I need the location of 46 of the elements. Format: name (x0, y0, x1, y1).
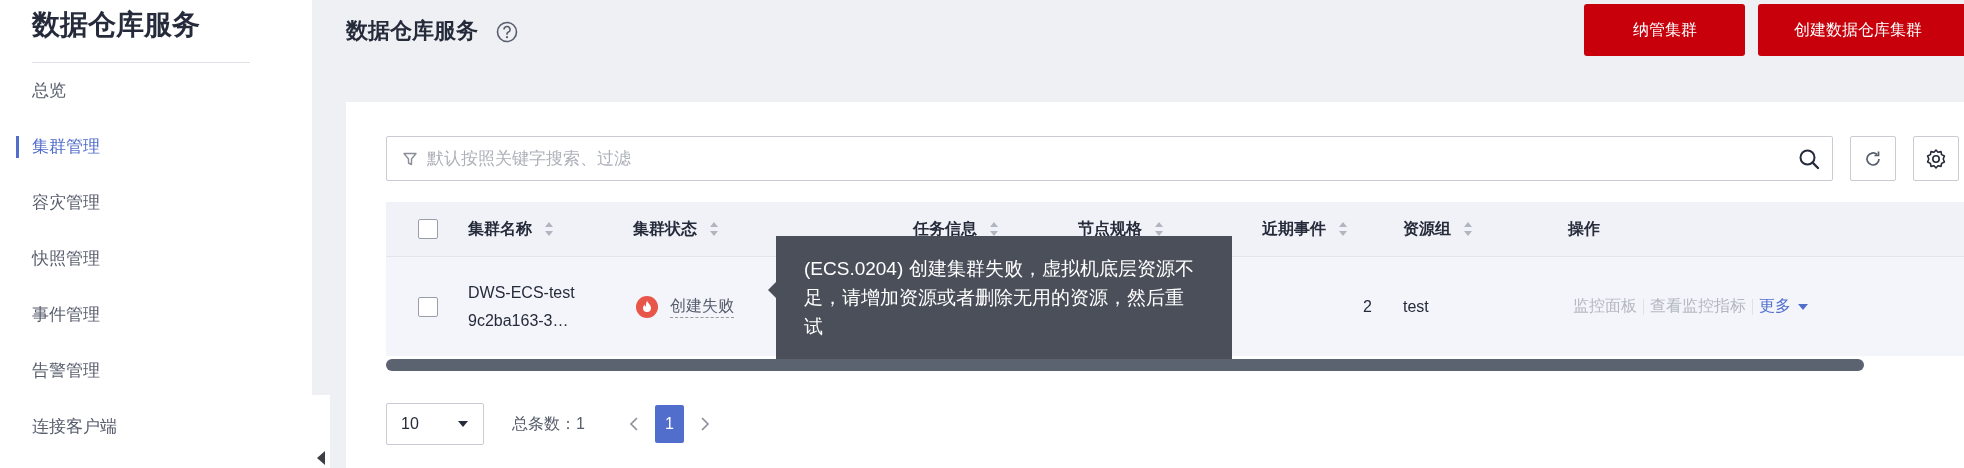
column-header: 近期事件 (1262, 218, 1326, 239)
sort-icon[interactable] (1154, 221, 1164, 237)
events-count: 2 (1363, 297, 1372, 315)
manage-cluster-button[interactable]: 纳管集群 (1584, 4, 1745, 56)
caret-icon[interactable] (457, 420, 469, 428)
cluster-name: DWS-ECS-test (468, 282, 575, 303)
sidebar-item[interactable]: 事件管理 (16, 301, 100, 329)
filter-icon (403, 151, 417, 166)
chevron-left-icon[interactable] (628, 416, 639, 432)
search-icon[interactable] (1798, 147, 1820, 170)
page-button[interactable]: 1 (654, 405, 684, 443)
column-header: 资源组 (1403, 218, 1451, 239)
select-all-checkbox[interactable] (418, 219, 438, 239)
column-header: 节点规格 (1078, 218, 1142, 239)
flame-icon (636, 295, 658, 318)
sidebar-title: 数据仓库服务 (32, 8, 200, 42)
sort-icon[interactable] (989, 221, 999, 237)
chevron-right-icon[interactable] (699, 416, 710, 432)
resource-group: test (1403, 297, 1429, 316)
cluster-id: 9c2ba163-3… (468, 310, 570, 331)
create-cluster-button[interactable]: 创建数据仓库集群 (1758, 4, 1964, 56)
total-count: 总条数：1 (512, 413, 585, 434)
row-checkbox[interactable] (418, 296, 438, 317)
column-header: 任务信息 (913, 218, 977, 239)
horizontal-scrollbar[interactable] (386, 359, 1864, 371)
page-title: 数据仓库服务 (346, 17, 478, 45)
error-tooltip: (ECS.0204) 创建集群失败，虚拟机底层资源不足，请增加资源或者删除无用的资源，然后重试 (768, 236, 1232, 359)
settings-button[interactable] (1913, 136, 1959, 181)
settings-icon[interactable] (1925, 147, 1947, 170)
column-header: 集群名称 (468, 218, 532, 239)
sidebar-item[interactable]: 快照管理 (16, 245, 100, 273)
search-field[interactable]: 默认按照关键字搜索、过滤 (427, 148, 1798, 169)
page-size-select[interactable]: 10 (386, 403, 484, 445)
column-header: 集群状态 (633, 218, 697, 239)
sidebar-item[interactable]: 集群管理 (16, 133, 100, 161)
refresh-button[interactable] (1850, 136, 1896, 181)
triangle-icon[interactable] (316, 450, 326, 466)
help-icon[interactable] (496, 21, 518, 43)
sidebar-item[interactable]: 总览 (16, 77, 66, 105)
sidebar-item[interactable]: 告警管理 (16, 357, 100, 385)
more-menu[interactable]: 更多 (1759, 296, 1809, 317)
sidebar-item[interactable]: 容灾管理 (16, 189, 100, 217)
search-bar[interactable]: 默认按照关键字搜索、过滤 (386, 136, 1833, 181)
status-text[interactable]: 创建失败 (670, 295, 734, 318)
column-header: 操作 (1568, 218, 1600, 239)
sidebar-item[interactable]: 连接客户端 (16, 413, 117, 441)
